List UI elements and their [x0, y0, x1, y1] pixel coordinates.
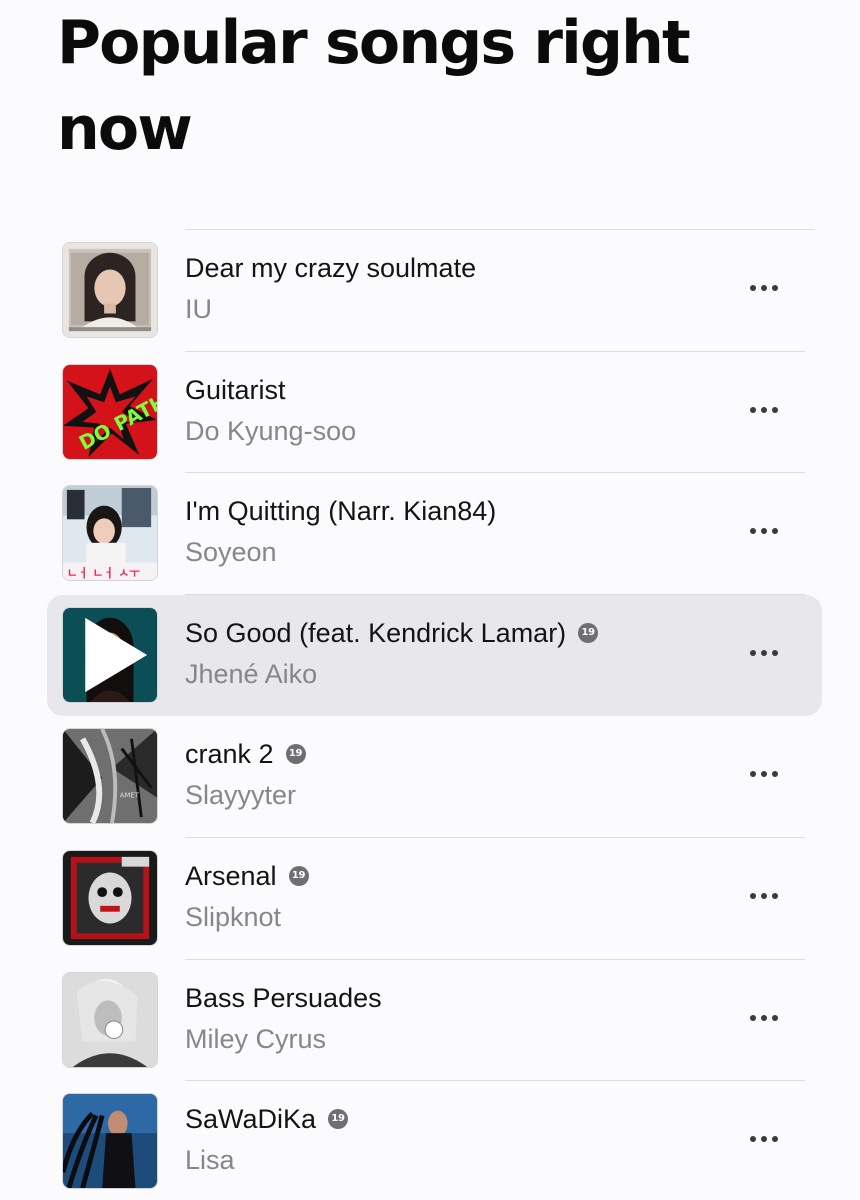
- song-artist: Slipknot: [185, 901, 282, 932]
- song-title-line: I'm Quitting (Narr. Kian84): [185, 495, 496, 527]
- song-title: Bass Persuades: [185, 982, 382, 1013]
- song-row[interactable]: Dear my crazy soulmate IU: [0, 230, 860, 352]
- page-title: Popular songs right now: [57, 8, 691, 164]
- album-art: [62, 242, 158, 338]
- album-art: [62, 849, 158, 946]
- ellipsis-icon: [750, 1136, 756, 1143]
- explicit-badge-icon: 19: [285, 744, 306, 765]
- song-artist: Lisa: [185, 1145, 235, 1176]
- svg-text:AMET: AMET: [120, 792, 140, 800]
- ellipsis-icon: [761, 528, 767, 535]
- ellipsis-icon: [750, 528, 756, 535]
- song-row-selected[interactable]: So Good (feat. Kendrick Lamar) 19 Jhené …: [0, 594, 860, 717]
- ellipsis-icon: [750, 285, 756, 291]
- ellipsis-icon: [750, 771, 756, 778]
- song-row[interactable]: AMET crank 2 19 Slayyyter: [0, 716, 860, 838]
- song-title: I'm Quitting (Narr. Kian84): [185, 496, 497, 527]
- ellipsis-icon: [761, 771, 767, 778]
- more-options-button[interactable]: [740, 276, 788, 300]
- ellipsis-icon: [772, 406, 778, 413]
- ellipsis-icon: [761, 892, 767, 899]
- explicit-badge-icon: 19: [328, 1109, 349, 1130]
- album-art: [62, 971, 158, 1068]
- more-options-button[interactable]: [740, 1127, 788, 1151]
- song-row[interactable]: ㄴㅓ ㄴㅓ ㅅㅜ I'm Quitting (Narr. Kian84) Soy…: [0, 473, 860, 595]
- song-artist: IU: [185, 294, 212, 324]
- ellipsis-icon: [761, 1136, 767, 1143]
- more-options-button[interactable]: [740, 762, 788, 786]
- song-row[interactable]: Bass Persuades Miley Cyrus: [0, 960, 860, 1082]
- song-artist: Miley Cyrus: [185, 1023, 327, 1054]
- ellipsis-icon: [750, 892, 756, 899]
- album-art: ㄴㅓ ㄴㅓ ㅅㅜ: [62, 485, 158, 582]
- ellipsis-icon: [772, 892, 778, 899]
- song-artist: Jhené Aiko: [185, 658, 318, 689]
- album-art: [62, 1093, 158, 1190]
- explicit-badge-icon: 19: [578, 622, 599, 643]
- ellipsis-icon: [772, 649, 778, 656]
- ellipsis-icon: [772, 1014, 778, 1021]
- ellipsis-icon: [750, 1014, 756, 1021]
- song-artist: Soyeon: [185, 537, 277, 568]
- album-art: DO PATH: [62, 363, 158, 460]
- ellipsis-icon: [761, 649, 767, 656]
- svg-text:ㄴㅓ ㄴㅓ ㅅㅜ: ㄴㅓ ㄴㅓ ㅅㅜ: [67, 566, 140, 580]
- ellipsis-icon: [772, 285, 778, 291]
- song-title-line: Dear my crazy soulmate: [185, 252, 476, 284]
- row-highlight: [47, 594, 822, 717]
- ellipsis-icon: [772, 771, 778, 778]
- album-art: AMET: [62, 728, 158, 825]
- song-row[interactable]: Arsenal 19 Slipknot: [0, 838, 860, 960]
- album-art[interactable]: [62, 606, 158, 703]
- ellipsis-icon: [761, 406, 767, 413]
- more-options-button[interactable]: [740, 884, 788, 908]
- song-title: Guitarist: [185, 374, 286, 405]
- song-title: Arsenal: [185, 860, 277, 891]
- explicit-badge-icon: 19: [288, 865, 309, 886]
- ellipsis-icon: [750, 649, 756, 656]
- song-list: Dear my crazy soulmate IU DO PATH Guitar…: [0, 230, 860, 1200]
- song-row[interactable]: DO PATH Guitarist Do Kyung-soo: [0, 352, 860, 474]
- song-artist: Do Kyung-soo: [185, 415, 357, 446]
- song-title-line: SaWaDiKa 19: [185, 1103, 349, 1135]
- song-title-line: Guitarist: [185, 374, 286, 406]
- more-options-button[interactable]: [740, 1006, 788, 1030]
- ellipsis-icon: [761, 285, 767, 291]
- song-row[interactable]: SaWaDiKa 19 Lisa: [0, 1081, 860, 1200]
- song-title: So Good (feat. Kendrick Lamar): [185, 617, 567, 648]
- song-title: crank 2: [185, 739, 274, 770]
- ellipsis-icon: [750, 406, 756, 413]
- song-artist: Slayyyter: [185, 780, 297, 811]
- song-title-line: Bass Persuades: [185, 982, 382, 1014]
- play-icon[interactable]: [63, 608, 157, 702]
- ellipsis-icon: [772, 1136, 778, 1143]
- song-title: SaWaDiKa: [185, 1104, 317, 1135]
- ellipsis-icon: [761, 1014, 767, 1021]
- more-options-button[interactable]: [740, 641, 788, 665]
- song-title-line: Arsenal 19: [185, 860, 309, 892]
- more-options-button[interactable]: [740, 519, 788, 543]
- song-title: Dear my crazy soulmate: [185, 253, 477, 283]
- song-title-line: So Good (feat. Kendrick Lamar) 19: [185, 617, 599, 649]
- ellipsis-icon: [772, 528, 778, 535]
- song-title-line: crank 2 19: [185, 738, 306, 770]
- more-options-button[interactable]: [740, 398, 788, 422]
